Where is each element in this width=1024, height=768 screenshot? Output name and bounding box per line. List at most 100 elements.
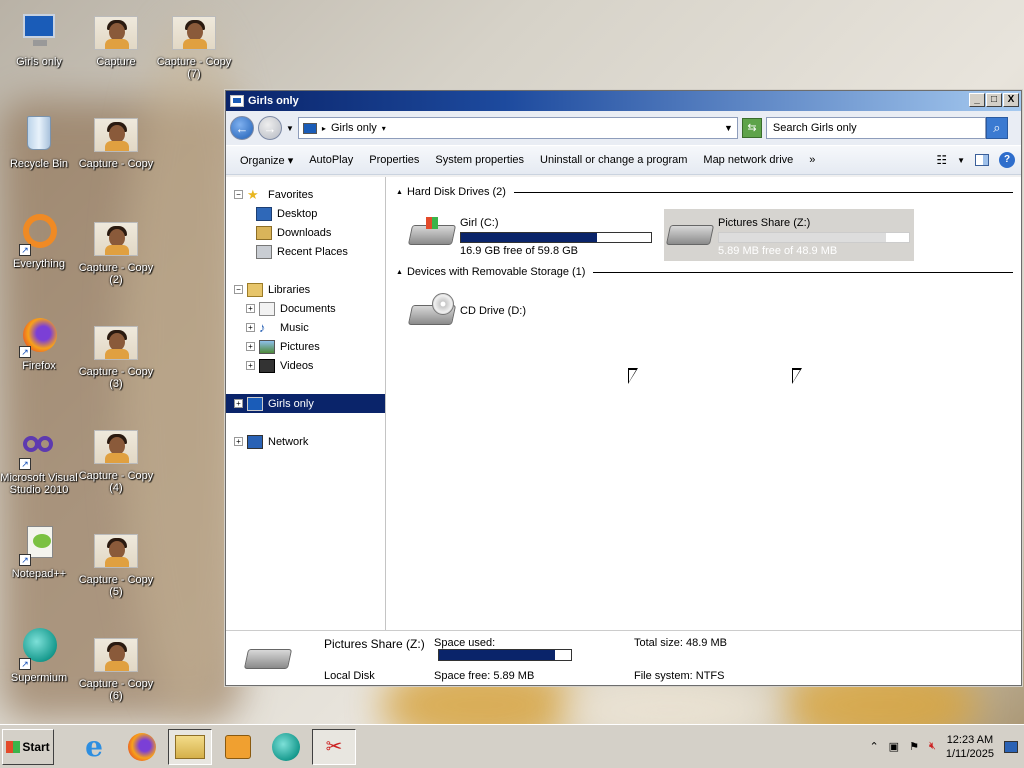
show-desktop-icon[interactable] (1004, 740, 1018, 753)
collapse-icon[interactable]: − (234, 190, 243, 199)
desktop-icon-supermium[interactable]: ↗ Supermium (0, 628, 78, 684)
search-input[interactable]: Search Girls only (765, 117, 986, 139)
nav-item-music[interactable]: + ♪ Music (226, 318, 385, 337)
help-icon[interactable]: ? (999, 152, 1015, 168)
view-options-chevron-icon[interactable]: ▼ (957, 156, 965, 165)
group-header-hard-disks[interactable]: ▲ Hard Disk Drives (2) (396, 185, 1013, 199)
desktop-icon-recycle-bin[interactable]: Recycle Bin (0, 114, 78, 170)
libraries-icon (247, 282, 263, 297)
taskbar-firefox[interactable] (120, 729, 164, 765)
desktop-icon-visual-studio[interactable]: ↗ Microsoft Visual Studio 2010 (0, 428, 78, 496)
address-dropdown-icon[interactable]: ▼ (724, 123, 733, 133)
expand-icon[interactable]: + (246, 342, 255, 351)
desktop-icon-capture-copy-3[interactable]: Capture - Copy (3) (77, 322, 155, 390)
desktop-icon-label: Notepad++ (11, 568, 67, 580)
taskbar-internet-explorer[interactable]: e (72, 729, 116, 765)
desktop-icon-girls-only[interactable]: Girls only (0, 12, 78, 68)
drive-z[interactable]: Pictures Share (Z:) 5.89 MB free of 48.9… (664, 209, 914, 261)
action-center-flag-icon[interactable]: ⚑ (909, 740, 919, 753)
maximize-button[interactable]: □ (986, 93, 1002, 107)
breadcrumb-girls-only[interactable]: Girls only (331, 122, 377, 134)
downloads-icon (256, 225, 272, 240)
drive-free-space: 5.89 MB free of 48.9 MB (718, 245, 838, 257)
organize-button[interactable]: Organize ▾ (232, 154, 301, 167)
nav-item-favorites[interactable]: − ★ Favorites (226, 185, 385, 204)
computer-icon (247, 396, 263, 411)
taskbar-snipping-tool[interactable]: ✂ (312, 728, 356, 765)
taskbar-explorer[interactable] (168, 728, 212, 765)
shortcut-arrow-icon: ↗ (19, 658, 31, 670)
uninstall-program-button[interactable]: Uninstall or change a program (532, 154, 695, 166)
desktop-icon-capture-copy-7[interactable]: Capture - Copy (7) (155, 12, 233, 80)
autoplay-button[interactable]: AutoPlay (301, 154, 361, 166)
start-button[interactable]: Start (2, 728, 54, 765)
nav-item-documents[interactable]: + Documents (226, 299, 385, 318)
nav-label: Libraries (268, 283, 311, 296)
taskbar-supermium[interactable] (264, 729, 308, 765)
drive-d[interactable]: CD Drive (D:) (406, 289, 546, 341)
properties-button[interactable]: Properties (361, 154, 427, 166)
volume-muted-icon[interactable]: 🔇︎ (929, 740, 936, 753)
expand-icon[interactable]: + (246, 304, 255, 313)
breadcrumb-chevron-icon[interactable]: ▾ (382, 124, 386, 133)
nav-item-libraries[interactable]: − Libraries (226, 280, 385, 299)
recent-pages-chevron-icon[interactable]: ▼ (286, 124, 294, 133)
everything-icon: ↗ (19, 214, 59, 256)
desktop-icon-capture-copy-4[interactable]: Capture - Copy (4) (77, 426, 155, 494)
nav-item-desktop[interactable]: Desktop (226, 204, 385, 223)
firefox-icon: ↗ (19, 316, 59, 358)
back-button[interactable]: ← (230, 116, 254, 140)
details-pane: Pictures Share (Z:) Space used: Total si… (226, 630, 1021, 685)
desktop-icon-notepadpp[interactable]: ↗ Notepad++ (0, 524, 78, 580)
nav-item-network[interactable]: + Network (226, 432, 385, 451)
desktop-icon-capture-copy-6[interactable]: Capture - Copy (6) (77, 634, 155, 702)
nav-item-downloads[interactable]: Downloads (226, 223, 385, 242)
desktop-icon-capture[interactable]: Capture (77, 12, 155, 68)
change-view-icon[interactable]: ☷ (936, 153, 947, 167)
desktop-icon-capture-copy[interactable]: Capture - Copy (77, 114, 155, 170)
internet-explorer-icon: e (85, 730, 103, 763)
nav-item-computer[interactable]: + Girls only (226, 394, 385, 413)
minimize-button[interactable]: _ (969, 93, 985, 107)
network-tray-icon[interactable]: ▣ (889, 740, 899, 753)
desktop-icon-firefox[interactable]: ↗ Firefox (0, 316, 78, 372)
nav-item-pictures[interactable]: + Pictures (226, 337, 385, 356)
show-hidden-icons-icon[interactable]: ⌃ (869, 740, 878, 753)
address-box[interactable]: ▸ Girls only ▾ ▼ (297, 117, 738, 139)
expand-icon[interactable]: + (246, 361, 255, 370)
expand-icon[interactable]: + (234, 399, 243, 408)
map-network-drive-button[interactable]: Map network drive (695, 154, 801, 166)
desktop-icon-label: Everything (13, 258, 65, 270)
file-list-pane: ▲ Hard Disk Drives (2) Girl (C:) 16.9 GB… (386, 177, 1021, 632)
preview-pane-icon[interactable] (975, 154, 989, 166)
system-properties-button[interactable]: System properties (427, 154, 532, 166)
drive-c[interactable]: Girl (C:) 16.9 GB free of 59.8 GB (406, 209, 656, 261)
title-bar[interactable]: Girls only _ □ X (226, 91, 1021, 111)
nav-label: Pictures (280, 340, 320, 353)
collapse-icon[interactable]: − (234, 285, 243, 294)
drive-usage-bar (460, 232, 652, 243)
forward-button[interactable]: → (258, 116, 282, 140)
clock[interactable]: 12:23 AM 1/11/2025 (946, 733, 994, 761)
breadcrumb-arrow-icon[interactable]: ▸ (322, 124, 326, 133)
image-file-icon (94, 16, 138, 50)
group-header-removable[interactable]: ▲ Devices with Removable Storage (1) (396, 265, 1013, 279)
desktop-icon-capture-copy-2[interactable]: Capture - Copy (2) (77, 218, 155, 286)
nav-label: Documents (280, 302, 336, 315)
desktop-icon-label: Capture - Copy (78, 158, 154, 170)
desktop-icon-everything[interactable]: ↗ Everything (0, 214, 78, 270)
refresh-button[interactable]: ⇆ (741, 118, 762, 138)
expand-icon[interactable]: + (246, 323, 255, 332)
total-size-value: 48.9 MB (685, 637, 727, 649)
search-icon[interactable]: ⌕ (985, 117, 1008, 139)
expand-icon[interactable]: + (234, 437, 243, 446)
desktop-icon-capture-copy-5[interactable]: Capture - Copy (5) (77, 530, 155, 598)
nav-item-recent-places[interactable]: Recent Places (226, 242, 385, 261)
taskbar-media-player[interactable] (216, 729, 260, 765)
space-free-value: 5.89 MB (493, 669, 535, 682)
nav-item-videos[interactable]: + Videos (226, 356, 385, 375)
shortcut-arrow-icon: ↗ (19, 554, 31, 566)
close-button[interactable]: X (1003, 93, 1019, 107)
music-icon: ♪ (259, 319, 266, 335)
more-commands-button[interactable]: » (801, 154, 823, 166)
